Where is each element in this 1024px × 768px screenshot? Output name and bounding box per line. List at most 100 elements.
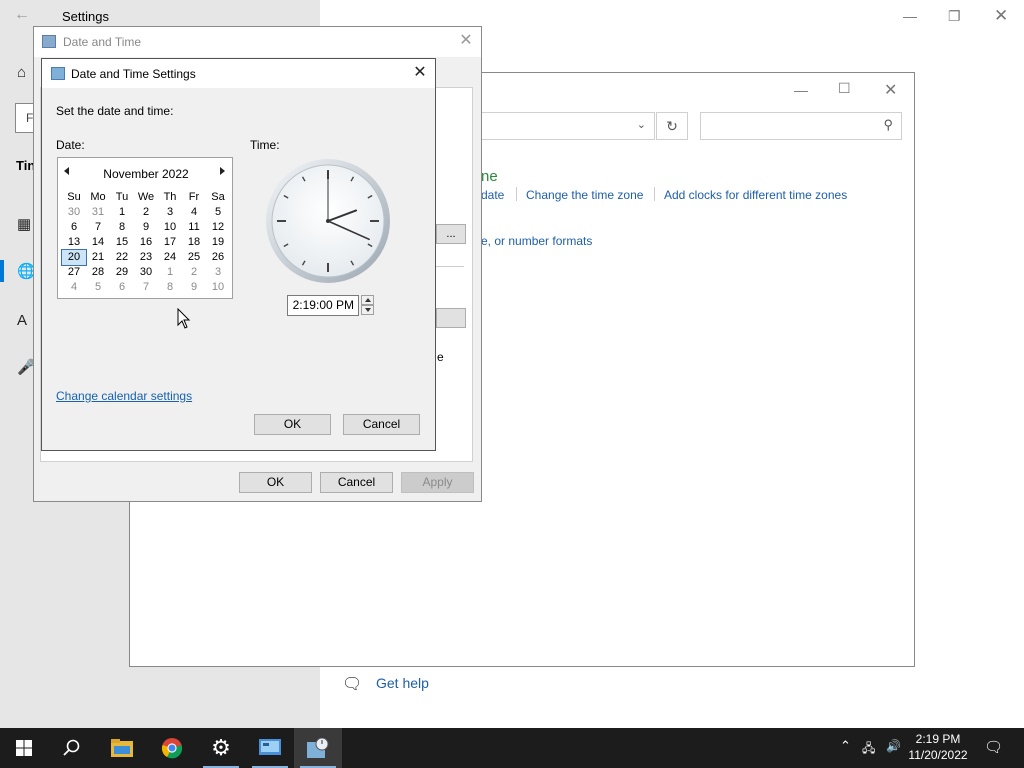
time-increase-button[interactable] (361, 295, 374, 305)
minimize-icon[interactable]: — (903, 8, 917, 24)
chevron-down-icon[interactable]: ⌄ (637, 118, 646, 131)
calendar-day[interactable]: 5 (86, 280, 110, 295)
network-icon[interactable]: 🖧 (862, 739, 875, 760)
home-icon[interactable]: ⌂ (17, 64, 26, 81)
calendar-day[interactable]: 6 (110, 280, 134, 295)
calendar-day[interactable]: 4 (182, 205, 206, 220)
calendar-day[interactable]: 8 (158, 280, 182, 295)
control-panel-button[interactable] (246, 728, 294, 768)
calendar-day[interactable]: 21 (86, 250, 110, 265)
date-time-category-icon[interactable]: ▦ (17, 215, 31, 233)
calendar-day[interactable]: 27 (62, 265, 86, 280)
calendar-day[interactable]: 12 (206, 220, 230, 235)
close-icon[interactable]: ✕ (410, 63, 430, 83)
date-label: Date: (56, 138, 85, 152)
taskbar-clock[interactable]: 2:19 PM 11/20/2022 (906, 731, 970, 763)
time-decrease-button[interactable] (361, 305, 374, 315)
calendar-day[interactable]: 13 (62, 235, 86, 250)
notifications-icon[interactable]: 🗨 (984, 738, 1003, 756)
calendar-week-row: 6 7 8 9 10 11 12 (62, 220, 230, 235)
calendar-day[interactable]: 14 (86, 235, 110, 250)
change-date-button[interactable]: ... (436, 224, 466, 244)
calendar-day[interactable]: 30 (62, 205, 86, 220)
calendar-day[interactable]: 17 (158, 235, 182, 250)
calendar-week-row: 4 5 6 7 8 9 10 (62, 280, 230, 295)
chrome-button[interactable] (148, 728, 196, 768)
change-timezone-link[interactable]: Change the time zone (526, 188, 643, 202)
ok-button[interactable]: OK (239, 472, 312, 493)
cancel-button[interactable]: Cancel (320, 472, 393, 493)
search-button[interactable] (48, 728, 96, 768)
formats-link[interactable]: e, or number formats (481, 234, 592, 248)
apply-button[interactable]: Apply (401, 472, 474, 493)
language-icon[interactable]: A (17, 312, 27, 329)
weekday-label: Sa (211, 191, 225, 203)
add-clocks-link[interactable]: Add clocks for different time zones (664, 188, 847, 202)
calendar-day[interactable]: 4 (62, 280, 86, 295)
calendar-day[interactable]: 1 (110, 205, 134, 220)
calendar-day[interactable]: 31 (86, 205, 110, 220)
calendar-day[interactable]: 11 (182, 220, 206, 235)
calendar-day[interactable]: 22 (110, 250, 134, 265)
calendar-day[interactable]: 19 (206, 235, 230, 250)
control-panel-icon (259, 739, 281, 755)
file-explorer-icon (111, 739, 133, 757)
calendar-day[interactable]: 3 (158, 205, 182, 220)
calendar-week-row: 30 31 1 2 3 4 5 (62, 205, 230, 220)
change-calendar-settings-link[interactable]: Change calendar settings (56, 389, 192, 403)
close-icon[interactable]: ✕ (994, 6, 1008, 26)
file-explorer-button[interactable] (98, 728, 146, 768)
cp-close-icon[interactable]: ✕ (884, 80, 897, 100)
cp-maximize-icon[interactable]: ☐ (838, 80, 851, 97)
calendar-day[interactable]: 25 (182, 250, 206, 265)
calendar-day[interactable]: 29 (110, 265, 134, 280)
divider (436, 266, 464, 267)
calendar-day[interactable]: 5 (206, 205, 230, 220)
back-arrow-icon[interactable]: ← (14, 6, 30, 24)
calendar-day[interactable]: 2 (134, 205, 158, 220)
calendar-day[interactable]: 10 (206, 280, 230, 295)
next-month-icon[interactable] (220, 167, 225, 175)
button-label: ... (446, 228, 456, 240)
restore-icon[interactable]: ❐ (948, 8, 961, 25)
set-date-link[interactable]: date (481, 188, 504, 202)
date-time-taskbar-button[interactable] (294, 728, 342, 768)
calendar-day[interactable]: 10 (158, 220, 182, 235)
cp-minimize-icon[interactable]: — (794, 82, 808, 98)
chevron-up-icon[interactable]: ⌃ (840, 738, 851, 754)
get-help-link[interactable]: Get help (376, 675, 429, 691)
chrome-icon (161, 738, 183, 759)
calendar-day[interactable]: 26 (206, 250, 230, 265)
calendar-day[interactable]: 28 (86, 265, 110, 280)
calendar-day[interactable]: 30 (134, 265, 158, 280)
calendar-day[interactable]: 23 (134, 250, 158, 265)
calendar-day[interactable]: 16 (134, 235, 158, 250)
calendar-month-label[interactable]: November 2022 (58, 168, 234, 181)
calendar-day[interactable]: 8 (110, 220, 134, 235)
calendar-day[interactable]: 15 (110, 235, 134, 250)
time-input[interactable]: 2:19:00 PM (287, 295, 359, 316)
calendar-day[interactable]: 9 (134, 220, 158, 235)
settings-button[interactable]: ⚙ (197, 728, 245, 768)
cp-address-bar[interactable]: ⌄ (480, 112, 655, 140)
calendar-day[interactable]: 20 (61, 249, 87, 266)
ok-button[interactable]: OK (254, 414, 331, 435)
weekday-label: Tu (115, 191, 129, 203)
calendar-day[interactable]: 1 (158, 265, 182, 280)
volume-icon[interactable]: 🔊 (886, 739, 901, 753)
calendar-day[interactable]: 24 (158, 250, 182, 265)
calendar-day[interactable]: 2 (182, 265, 206, 280)
calendar-day[interactable]: 3 (206, 265, 230, 280)
cancel-button[interactable]: Cancel (343, 414, 420, 435)
start-button[interactable] (0, 728, 48, 768)
change-timezone-button[interactable] (436, 308, 466, 328)
calendar-day[interactable]: 6 (62, 220, 86, 235)
calendar-day[interactable]: 18 (182, 235, 206, 250)
cp-search-input[interactable]: ⚲ (700, 112, 902, 140)
calendar-day[interactable]: 9 (182, 280, 206, 295)
calendar-day[interactable]: 7 (134, 280, 158, 295)
refresh-icon[interactable]: ↻ (656, 112, 688, 140)
close-icon[interactable]: ✕ (456, 31, 476, 51)
settings-search-box[interactable]: F (15, 103, 35, 133)
calendar-day[interactable]: 7 (86, 220, 110, 235)
